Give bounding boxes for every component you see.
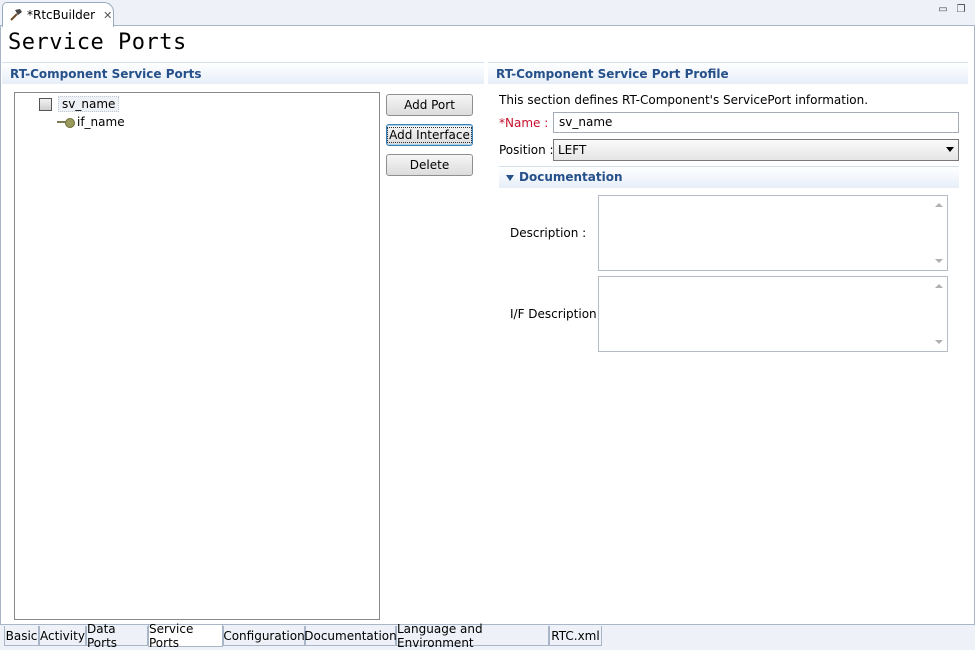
editor-tab-label: *RtcBuilder [27, 8, 96, 22]
port-icon [39, 97, 52, 111]
expand-triangle-icon [506, 175, 514, 181]
close-icon[interactable]: ✕ [103, 9, 112, 22]
page-title: Service Ports [8, 30, 187, 55]
editor-page-tabs: Basic Activity Data Ports Service Ports … [0, 622, 975, 650]
scroll-down-icon[interactable] [935, 259, 943, 263]
tab-documentation[interactable]: Documentation [304, 626, 397, 646]
restore-icon[interactable]: ❐ [955, 3, 967, 15]
tree-item-port-label: sv_name [58, 96, 120, 112]
service-port-tree[interactable]: sv_name if_name [14, 92, 380, 620]
add-interface-button-label: Add Interface [387, 127, 472, 143]
minimize-icon[interactable]: ▭ [937, 3, 949, 15]
scroll-up-icon[interactable] [935, 284, 943, 288]
tab-data-ports[interactable]: Data Ports [86, 622, 148, 650]
tab-basic[interactable]: Basic [4, 626, 39, 646]
description-label: Description : [510, 226, 587, 240]
tree-item-interface[interactable]: if_name [57, 115, 125, 129]
position-select-value: LEFT [558, 143, 587, 157]
documentation-title: Documentation [519, 170, 623, 184]
delete-button[interactable]: Delete [386, 154, 473, 176]
tree-item-interface-label: if_name [77, 115, 125, 129]
add-port-button[interactable]: Add Port [386, 94, 473, 116]
description-textarea[interactable] [598, 195, 948, 271]
interface-icon [57, 117, 75, 128]
section-description: This section defines RT-Component's Serv… [499, 93, 869, 107]
position-label: Position : [499, 143, 554, 157]
position-select[interactable]: LEFT [553, 139, 959, 161]
tab-activity[interactable]: Activity [39, 626, 86, 646]
name-label: *Name : [499, 116, 549, 130]
delete-button-label: Delete [409, 158, 450, 172]
editor-tab-rtcbuilder[interactable]: *RtcBuilder ✕ [2, 2, 114, 27]
tab-rtc-xml[interactable]: RTC.xml [549, 626, 602, 646]
chevron-down-icon [946, 147, 954, 152]
section-title-service-ports: RT-Component Service Ports [2, 62, 484, 84]
scroll-up-icon[interactable] [935, 203, 943, 207]
tab-configuration[interactable]: Configuration [223, 626, 305, 646]
if-description-textarea[interactable] [598, 276, 948, 352]
if-description-scrollbar[interactable] [931, 277, 947, 351]
hammer-icon [10, 9, 22, 21]
tree-item-port[interactable]: sv_name [39, 96, 120, 112]
add-interface-button[interactable]: Add Interface [386, 124, 473, 146]
section-title-port-profile: RT-Component Service Port Profile [488, 62, 968, 84]
window-controls: ▭ ❐ [937, 3, 967, 15]
add-port-button-label: Add Port [404, 98, 455, 112]
tab-language-environment[interactable]: Language and Environment [396, 622, 549, 650]
documentation-section-toggle[interactable]: Documentation [499, 166, 959, 188]
scroll-down-icon[interactable] [935, 340, 943, 344]
name-input[interactable]: sv_name [553, 112, 959, 133]
editor-tab-bar: *RtcBuilder ✕ ▭ ❐ [0, 0, 975, 27]
tab-service-ports[interactable]: Service Ports [148, 622, 223, 650]
description-scrollbar[interactable] [931, 196, 947, 270]
if-description-label: I/F Description : [510, 307, 605, 321]
